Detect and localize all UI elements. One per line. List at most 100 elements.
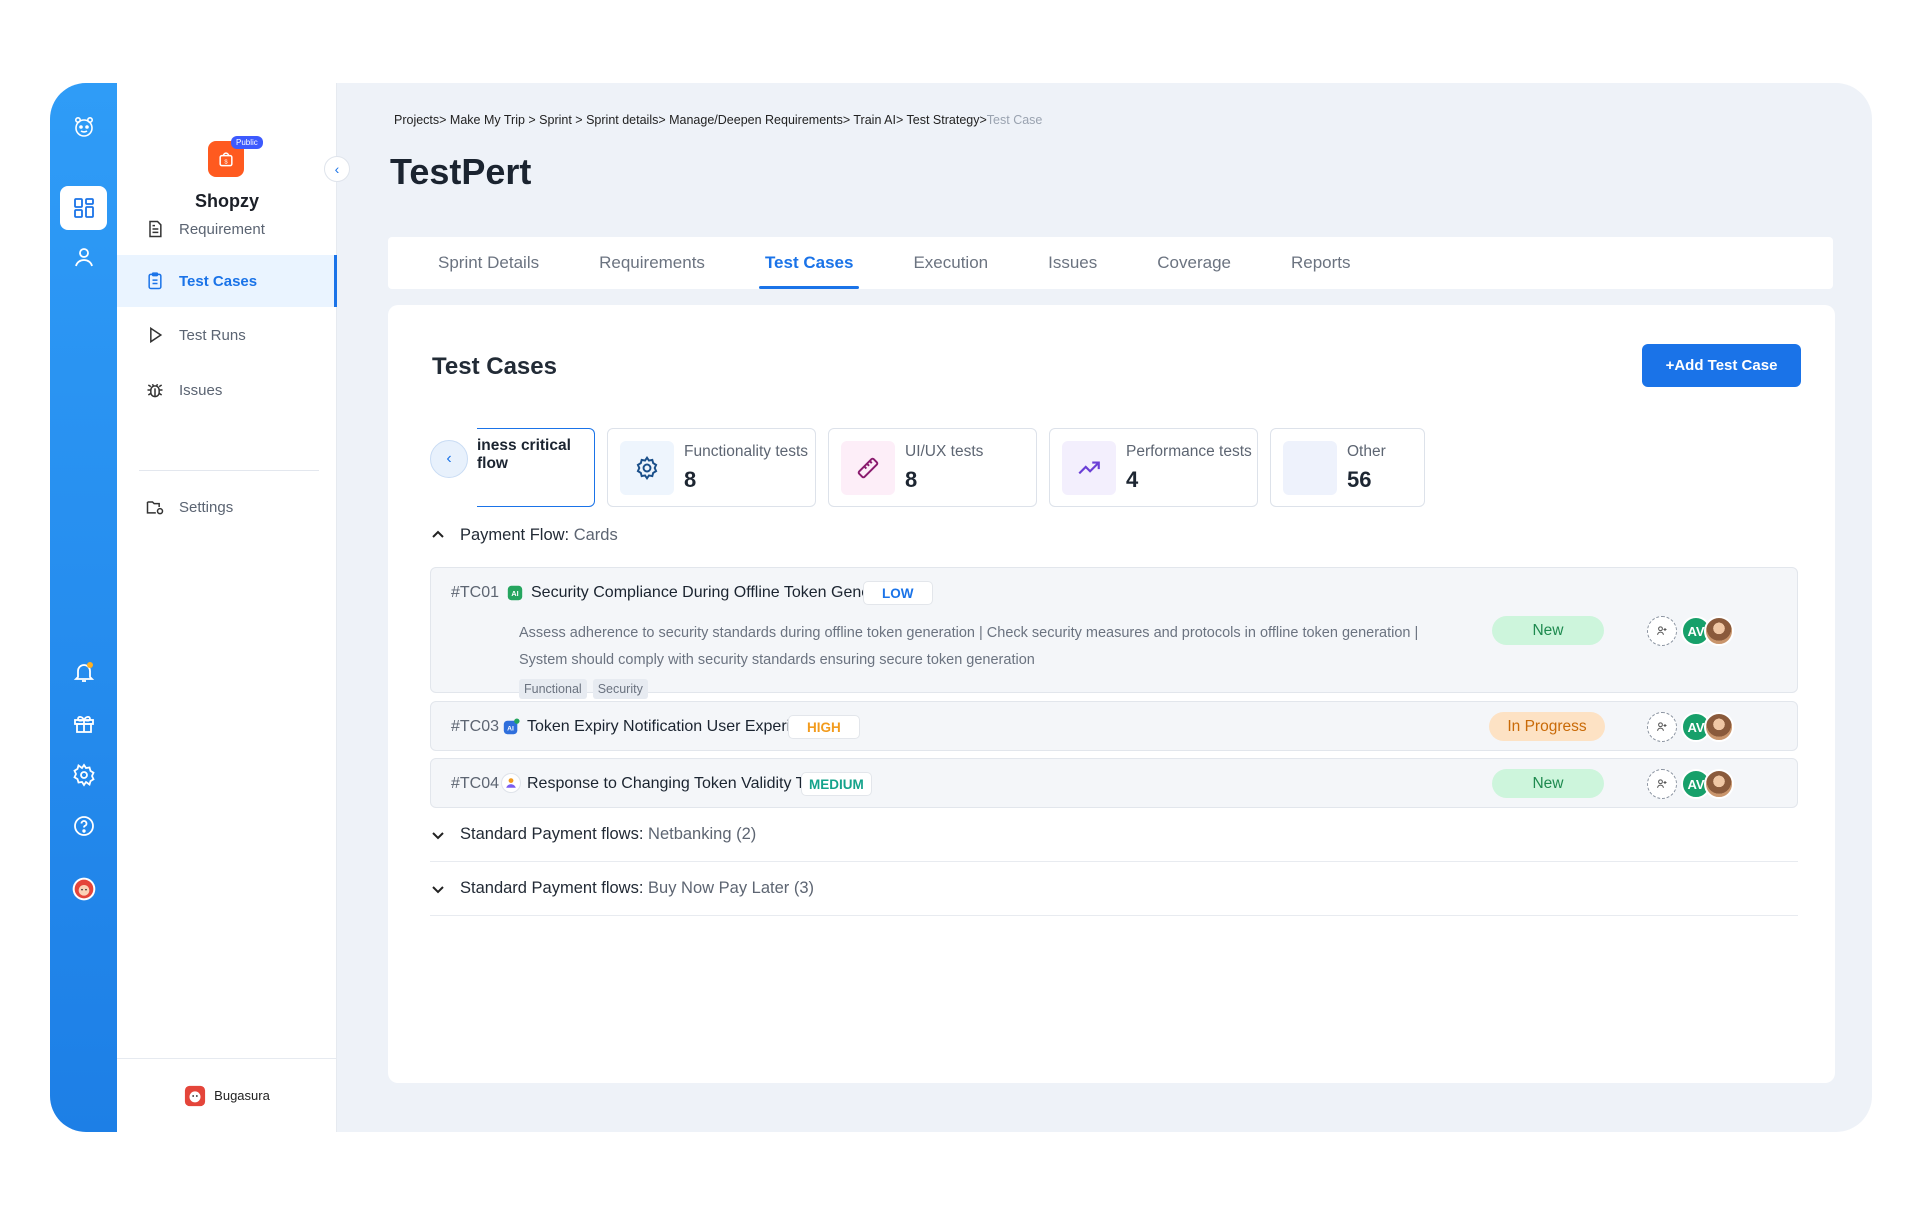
collapse-sidebar-button[interactable]: ‹	[324, 156, 350, 182]
category-label: Performance tests	[1126, 442, 1252, 460]
panel-title: Test Cases	[432, 353, 557, 380]
category-card-other[interactable]: Other 56	[1270, 428, 1425, 507]
category-carousel: ‹ iness critical flow Functionality test…	[430, 428, 1710, 508]
settings-icon[interactable]	[60, 753, 107, 797]
assignee-photo[interactable]	[1704, 616, 1734, 646]
bell-icon[interactable]	[60, 650, 107, 694]
tab-sprint-details[interactable]: Sprint Details	[438, 237, 539, 289]
group-header-payment-flow[interactable]: Payment Flow: Cards	[430, 508, 1798, 562]
other-category-icon	[1283, 440, 1337, 495]
tab-requirements[interactable]: Requirements	[599, 237, 705, 289]
priority-badge: MEDIUM	[801, 772, 872, 796]
category-card-performance[interactable]: Performance tests 4	[1049, 428, 1258, 507]
priority-badge: HIGH	[788, 715, 860, 739]
project-sidebar: $ Public Shopzy Requirement Test Cases T…	[117, 83, 337, 1132]
add-test-case-button[interactable]: +Add Test Case	[1642, 344, 1801, 387]
chevron-left-icon: ‹	[446, 450, 452, 467]
priority-badge: LOW	[863, 581, 933, 605]
group-header-bnpl[interactable]: Standard Payment flows: Buy Now Pay Late…	[430, 862, 1798, 916]
ruler-icon	[841, 440, 895, 495]
sidebar-item-label: Settings	[179, 498, 234, 516]
tab-issues[interactable]: Issues	[1048, 237, 1097, 289]
group-detail: Netbanking (2)	[648, 825, 757, 843]
chevron-left-icon: ‹	[334, 161, 340, 177]
chevron-down-icon	[432, 885, 444, 893]
test-case-row[interactable]: #TC01 AI Security Compliance During Offl…	[430, 567, 1798, 699]
user-icon[interactable]	[60, 235, 107, 279]
sidebar-item-issues[interactable]: Issues	[117, 364, 337, 416]
test-case-title[interactable]: Response to Changing Token Validity Time…	[527, 775, 839, 793]
test-case-id: #TC03	[451, 718, 500, 735]
category-card-critical-flow[interactable]: iness critical flow	[477, 428, 595, 507]
user-created-icon	[501, 773, 521, 793]
tab-test-cases[interactable]: Test Cases	[758, 237, 859, 289]
carousel-prev-button[interactable]: ‹	[430, 440, 468, 478]
document-icon	[149, 220, 162, 238]
assignee-photo[interactable]	[1704, 769, 1734, 799]
dashboard-icon[interactable]	[60, 186, 107, 230]
test-case-row[interactable]: #TC04 Response to Changing Token Validit…	[430, 758, 1798, 808]
svg-text:AI: AI	[511, 589, 518, 598]
group-detail: Buy Now Pay Later (3)	[648, 879, 815, 897]
test-case-title[interactable]: Security Compliance During Offline Token…	[531, 584, 910, 602]
group-header-netbanking[interactable]: Standard Payment flows: Netbanking (2)	[430, 808, 1798, 862]
sidebar-item-label: Requirement	[179, 220, 265, 238]
public-badge: Public	[231, 136, 263, 149]
assign-user-button[interactable]	[1647, 769, 1677, 799]
sidebar-item-test-cases[interactable]: Test Cases	[117, 255, 337, 307]
ai-assist-icon: AI	[501, 717, 521, 737]
category-count: 8	[905, 466, 918, 492]
breadcrumb[interactable]: Projects> Make My Trip > Sprint > Sprint…	[394, 113, 1042, 127]
sidebar-footer[interactable]: Bugasura	[117, 1058, 337, 1132]
breadcrumb-current: Test Case	[986, 113, 1043, 127]
category-count: 4	[1126, 466, 1139, 492]
help-icon[interactable]	[60, 804, 107, 848]
chevron-up-icon	[432, 530, 444, 538]
sidebar-item-label: Test Cases	[179, 272, 258, 290]
tab-reports[interactable]: Reports	[1291, 237, 1351, 289]
sidebar-divider	[139, 470, 319, 471]
test-case-id: #TC04	[451, 775, 500, 792]
assign-user-button[interactable]	[1647, 616, 1677, 646]
sidebar-item-requirement[interactable]: Requirement	[117, 203, 337, 255]
folder-gear-icon	[146, 501, 164, 515]
chevron-down-icon	[432, 831, 444, 839]
play-icon	[150, 326, 163, 344]
bug-icon	[147, 383, 163, 398]
tag: Functional	[519, 679, 587, 699]
group-name: Standard Payment flows:	[460, 825, 644, 843]
status-badge[interactable]: New	[1492, 616, 1604, 645]
assign-user-button[interactable]	[1647, 712, 1677, 742]
category-card-uiux[interactable]: UI/UX tests 8	[828, 428, 1037, 507]
test-cases-panel: Test Cases +Add Test Case ‹ iness critic…	[388, 305, 1835, 1083]
category-count: 8	[684, 466, 697, 492]
status-badge[interactable]: New	[1492, 769, 1604, 798]
test-case-title[interactable]: Token Expiry Notification User Experienc…	[527, 718, 825, 736]
category-label: Functionality tests	[684, 442, 809, 460]
gift-icon[interactable]	[60, 701, 107, 745]
trend-up-icon	[1062, 440, 1116, 495]
test-case-description: Assess adherence to security standards d…	[519, 625, 1419, 668]
test-case-row[interactable]: #TC03 AI Token Expiry Notification User …	[430, 701, 1798, 751]
svg-text:$: $	[224, 160, 228, 166]
icon-rail	[50, 83, 117, 1132]
app-window: $ Public Shopzy Requirement Test Cases T…	[50, 83, 1872, 1132]
assignee-photo[interactable]	[1704, 712, 1734, 742]
sidebar-item-label: Test Runs	[179, 326, 246, 344]
add-user-icon	[1656, 779, 1667, 788]
tab-coverage[interactable]: Coverage	[1157, 237, 1231, 289]
category-label: Other	[1347, 442, 1386, 460]
tab-execution[interactable]: Execution	[913, 237, 988, 289]
svg-text:AI: AI	[507, 726, 514, 733]
tab-bar: Sprint Details Requirements Test Cases E…	[388, 237, 1833, 289]
avatar-icon[interactable]	[60, 867, 107, 911]
tiger-logo-icon[interactable]	[60, 105, 107, 149]
group-name: Payment Flow:	[460, 525, 570, 544]
sidebar-item-settings[interactable]: Settings	[117, 481, 337, 533]
breadcrumb-path[interactable]: Projects> Make My Trip > Sprint > Sprint…	[394, 113, 987, 127]
category-card-functionality[interactable]: Functionality tests 8	[607, 428, 816, 507]
clipboard-icon	[148, 272, 162, 290]
ai-generated-icon: AI	[505, 583, 525, 603]
sidebar-item-test-runs[interactable]: Test Runs	[117, 309, 337, 361]
status-badge[interactable]: In Progress	[1489, 712, 1605, 741]
